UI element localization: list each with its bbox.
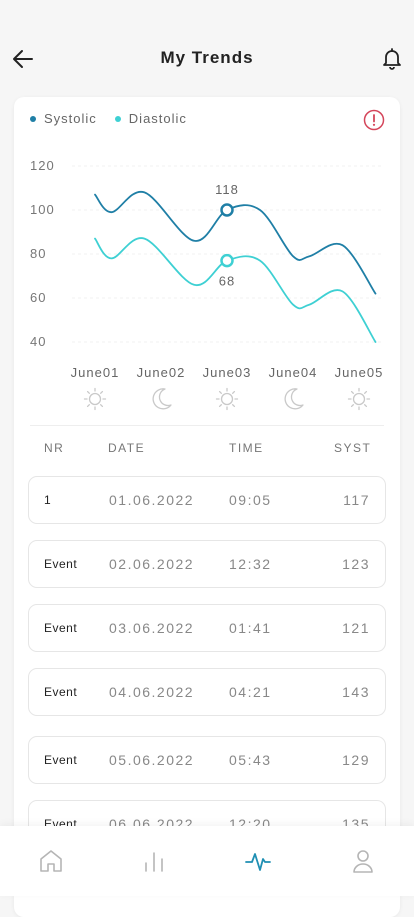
row-time: 09:05 [229,492,272,508]
trends-card: Systolic Diastolic 120 100 80 60 40 118 68 June… [14,97,400,917]
x-tick-label: June04 [269,365,318,380]
diastolic-dot [114,115,121,122]
header-time: TIME [229,441,264,455]
header-date: DATE [108,441,146,455]
row-syst: 123 [342,556,370,572]
user-icon[interactable] [348,846,378,876]
row-time: 04:21 [229,684,272,700]
row-nr: Event [44,557,78,571]
row-nr: 1 [44,493,52,507]
y-tick-label: 80 [30,246,46,261]
sun-icon [83,387,107,411]
y-tick-label: 100 [30,202,55,217]
moon-icon [152,388,172,410]
table-header: NR DATE TIME SYST [14,441,400,461]
row-nr: Event [44,685,78,699]
row-date: 03.06.2022 [109,620,195,636]
row-syst: 143 [342,684,370,700]
row-nr: Event [44,753,78,767]
highlight-point [220,203,234,217]
table-row[interactable]: 1 01.06.2022 09:05 117 [28,476,386,524]
alert-circle-icon[interactable] [363,109,385,131]
y-tick-label: 40 [30,334,46,349]
row-date: 04.06.2022 [109,684,195,700]
header-syst: SYST [334,441,372,455]
table-row[interactable]: Event 03.06.2022 01:41 121 [28,604,386,652]
bar-chart-icon[interactable] [139,846,169,876]
table-row[interactable]: Event 04.06.2022 04:21 143 [28,668,386,716]
trend-chart: 120 100 80 60 40 118 68 June01 June02 June03 June0… [30,158,384,411]
systolic-line [94,190,377,295]
data-label: 68 [219,274,235,289]
row-time: 12:32 [229,556,272,572]
bottom-navigation [0,826,414,896]
sun-icon [347,387,371,411]
row-date: 05.06.2022 [109,752,195,768]
row-syst: 121 [342,620,370,636]
y-tick-label: 120 [30,158,55,173]
systolic-dot [30,115,36,122]
x-tick-label: June05 [335,365,384,380]
bell-icon[interactable] [380,46,404,70]
divider [30,425,384,426]
x-tick-label: June03 [203,365,252,380]
row-time: 01:41 [229,620,272,636]
page-title: My Trends [160,48,254,67]
data-label: 118 [215,182,239,197]
row-nr: Event [44,621,78,635]
legend-systolic[interactable]: Systolic [30,111,97,126]
header: My Trends [0,0,414,96]
legend-diastolic-label: Diastolic [128,111,187,126]
x-tick-label: June01 [71,365,120,380]
y-tick-label: 60 [30,290,46,305]
activity-icon[interactable] [243,846,273,876]
row-date: 02.06.2022 [109,556,195,572]
sun-icon [215,387,239,411]
legend-diastolic[interactable]: Diastolic [114,111,187,126]
moon-icon [284,388,304,410]
legend-systolic-label: Systolic [44,111,97,126]
home-icon[interactable] [36,846,66,876]
highlight-point [220,253,234,268]
table-row[interactable]: Event 02.06.2022 12:32 123 [28,540,386,588]
row-date: 01.06.2022 [109,492,195,508]
row-time: 05:43 [229,752,272,768]
row-syst: 117 [343,492,370,508]
chart-legend: Systolic Diastolic [30,111,187,126]
x-tick-label: June02 [137,365,186,380]
row-syst: 129 [342,752,370,768]
table-row[interactable]: Event 05.06.2022 05:43 129 [28,736,386,784]
header-nr: NR [44,441,65,455]
